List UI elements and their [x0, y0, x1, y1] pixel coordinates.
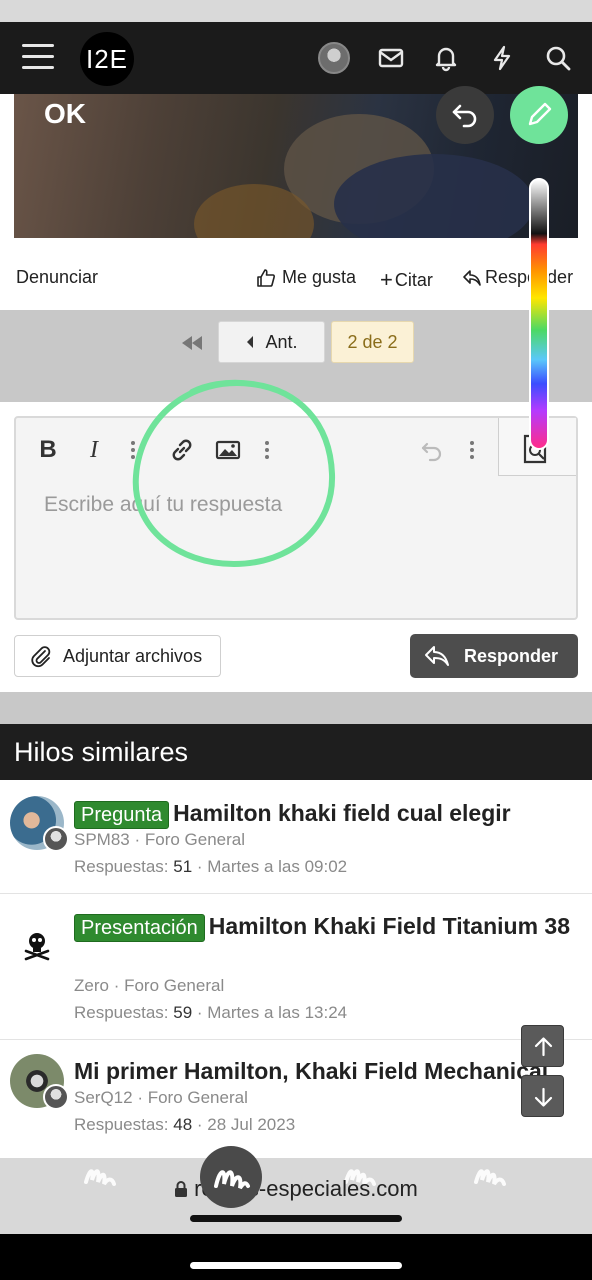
quote-button[interactable]: + Citar — [380, 267, 433, 293]
annotation-circle — [132, 379, 336, 568]
thumbs-up-icon — [257, 268, 275, 287]
home-indicator — [190, 1215, 402, 1222]
caret-left-icon — [247, 336, 254, 348]
quote-label: Citar — [394, 269, 433, 290]
similar-threads-header: Hilos similares — [0, 724, 592, 780]
replies-count: 59 — [173, 1003, 193, 1022]
thread-date: Martes a las 13:24 — [207, 1003, 348, 1022]
attach-files-button[interactable]: Adjuntar archivos — [14, 635, 221, 677]
replies-label: Respuestas: — [74, 1115, 169, 1134]
thread-forum[interactable]: Foro General — [124, 976, 224, 995]
plus-icon: + — [380, 267, 393, 292]
scroll-top-button[interactable] — [521, 1025, 564, 1067]
report-label: Denunciar — [16, 267, 99, 287]
undo-icon — [452, 104, 477, 128]
thread-forum[interactable]: Foro General — [145, 830, 245, 849]
arrow-down-icon — [534, 1087, 553, 1107]
bell-icon[interactable] — [432, 44, 460, 72]
mail-icon[interactable] — [377, 44, 405, 72]
thread-item[interactable]: Mi primer Hamilton, Khaki Field Mechanic… — [0, 1040, 592, 1158]
submit-reply-label: Responder — [464, 645, 559, 666]
replies-count: 48 — [173, 1115, 193, 1134]
undo-icon[interactable] — [418, 436, 446, 464]
pen-icon — [214, 1170, 250, 1190]
skull-icon[interactable] — [10, 918, 64, 972]
color-picker-slider[interactable] — [529, 178, 549, 450]
like-button[interactable]: Me gusta — [256, 267, 356, 288]
thread-item[interactable]: Pregunta Hamilton khaki field cual elegir… — [0, 780, 592, 894]
thread-date: Martes a las 09:02 — [207, 857, 348, 876]
thread-title[interactable]: Hamilton Khaki Field Titanium 38 — [209, 913, 570, 939]
pencil-icon — [528, 102, 552, 126]
prev-page-label: Ant. — [265, 331, 298, 352]
report-link[interactable]: Denunciar — [16, 267, 98, 288]
prev-page-button[interactable]: Ant. — [218, 321, 325, 363]
paperclip-icon — [31, 646, 51, 668]
image-overlay-text: OK — [44, 98, 86, 129]
reply-icon — [425, 646, 449, 666]
thread-item[interactable]: Presentación Hamilton Khaki Field Titaniu… — [0, 894, 592, 1040]
last-poster-avatar[interactable] — [43, 1084, 69, 1110]
pen-tool-button[interactable] — [200, 1146, 262, 1208]
url-display[interactable]: relojes-especiales.com — [0, 1176, 592, 1202]
submit-reply-button[interactable]: Responder — [410, 634, 578, 678]
arrow-up-icon — [534, 1037, 553, 1057]
thread-tag[interactable]: Presentación — [74, 914, 205, 942]
replies-label: Respuestas: — [74, 1003, 169, 1022]
thread-forum[interactable]: Foro General — [148, 1088, 248, 1107]
markup-undo-button[interactable] — [436, 86, 494, 144]
reply-icon — [463, 269, 481, 286]
menu-icon[interactable] — [22, 44, 54, 72]
search-icon[interactable] — [544, 44, 572, 72]
bold-icon[interactable]: B — [36, 436, 60, 464]
reply-link[interactable]: Responder — [462, 267, 573, 288]
section-divider — [0, 692, 592, 724]
site-logo[interactable]: I2E — [80, 32, 134, 86]
scroll-bottom-button[interactable] — [521, 1075, 564, 1117]
more-icon[interactable] — [465, 436, 479, 464]
user-avatar[interactable] — [318, 42, 350, 74]
thread-tag[interactable]: Pregunta — [74, 801, 170, 829]
home-indicator — [190, 1262, 402, 1269]
replies-label: Respuestas: — [74, 857, 169, 876]
last-poster-avatar[interactable] — [43, 826, 69, 852]
bottom-bar — [0, 1234, 592, 1280]
italic-icon[interactable]: I — [82, 436, 106, 464]
thread-title[interactable]: Mi primer Hamilton, Khaki Field Mechanic… — [74, 1058, 548, 1084]
markup-pen-button[interactable] — [510, 86, 568, 144]
replies-count: 51 — [173, 857, 193, 876]
thread-title[interactable]: Hamilton khaki field cual elegir — [173, 800, 510, 826]
like-label: Me gusta — [282, 267, 357, 287]
thread-author[interactable]: Zero — [74, 976, 109, 995]
status-bar — [0, 0, 592, 22]
bolt-icon[interactable] — [488, 44, 516, 72]
lock-icon — [175, 1181, 188, 1197]
attach-files-label: Adjuntar archivos — [63, 645, 203, 666]
first-page-icon[interactable] — [176, 332, 210, 354]
thread-date: 28 Jul 2023 — [207, 1115, 296, 1134]
thread-author[interactable]: SerQ12 — [74, 1088, 133, 1107]
thread-author[interactable]: SPM83 — [74, 830, 130, 849]
current-page[interactable]: 2 de 2 — [331, 321, 414, 363]
